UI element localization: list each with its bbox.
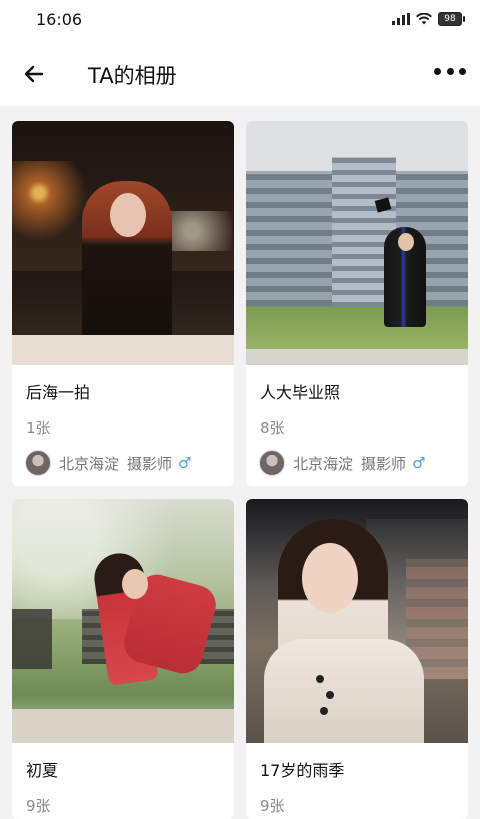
owner-role: 摄影师 [361,454,407,473]
album-card[interactable]: 人大毕业照 8张 北京海淀 摄影师 ♂ [246,121,468,486]
avatar [25,450,51,476]
album-cover-photo[interactable] [246,499,468,743]
owner-location: 北京海淀 [59,454,120,473]
page-title: TA的相册 [88,64,177,88]
battery-icon: 98 [438,12,465,26]
album-title: 17岁的雨季 [260,761,345,780]
wifi-icon [416,13,432,25]
album-card[interactable]: 初夏 9张 [12,499,234,819]
signal-icon [392,13,410,25]
album-cover-photo[interactable] [246,121,468,365]
app-header: TA的相册 [0,42,480,106]
album-photo-count: 1张 [26,419,51,437]
album-photo-count: 9张 [260,797,285,815]
album-title: 人大毕业照 [260,383,341,402]
avatar [259,450,285,476]
owner-role: 摄影师 [127,454,173,473]
gender-icon: ♂ [178,454,192,472]
gender-icon: ♂ [412,454,426,472]
album-photo-count: 8张 [260,419,285,437]
back-arrow-icon[interactable] [22,62,46,86]
owner-location: 北京海淀 [293,454,354,473]
album-title: 初夏 [26,761,59,780]
album-photo-count: 9张 [26,797,51,815]
status-icons: 98 [392,12,465,26]
album-card[interactable]: 后海一拍 1张 北京海淀 摄影师 ♂ [12,121,234,486]
album-owner[interactable]: 北京海淀 摄影师 ♂ [259,450,425,476]
album-cover-photo[interactable] [12,121,234,365]
album-cover-photo[interactable] [12,499,234,743]
status-bar: 16:06 98 [0,0,480,42]
album-owner[interactable]: 北京海淀 摄影师 ♂ [25,450,191,476]
album-title: 后海一拍 [26,383,91,402]
more-dots-icon[interactable] [434,66,466,76]
status-time: 16:06 [36,10,83,29]
album-card[interactable]: 17岁的雨季 9张 [246,499,468,819]
